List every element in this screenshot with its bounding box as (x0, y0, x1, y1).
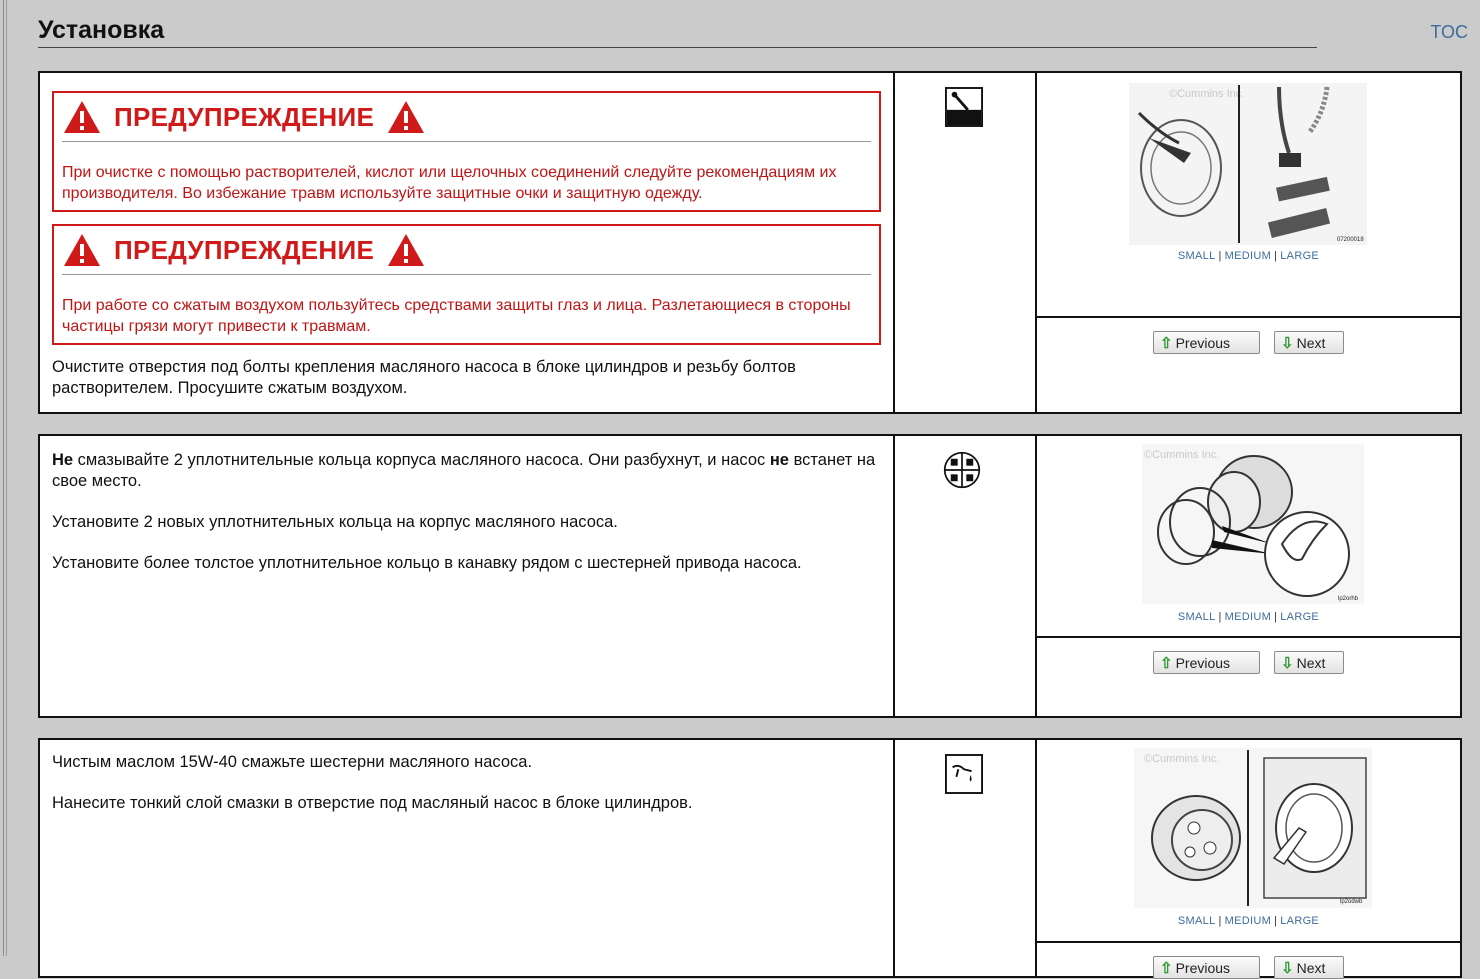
next-button[interactable]: ⇩ Next (1274, 651, 1344, 674)
watermark: ©Cummins Inc. (1144, 449, 1219, 461)
step-2-icon-column (895, 436, 1037, 716)
size-medium-link[interactable]: MEDIUM (1225, 250, 1271, 262)
step-instruction: Установите более толстое уплотнительное … (52, 554, 802, 572)
watermark: ©Cummins Inc. (1169, 88, 1244, 100)
previous-label: Previous (1175, 654, 1231, 671)
arrow-down-icon: ⇩ (1281, 654, 1294, 672)
warning-box-1: ПРЕДУПРЕЖДЕНИЕ При очистке с помощью рас… (52, 91, 881, 212)
arrow-down-icon: ⇩ (1281, 959, 1294, 977)
step-instruction: Очистите отверстия под болты крепления м… (52, 358, 796, 397)
separator: | (1274, 915, 1278, 927)
separator: | (1274, 250, 1278, 262)
step-instruction: Нанесите тонкий слой смазки в отверстие … (52, 794, 693, 812)
size-small-link[interactable]: SMALL (1178, 915, 1216, 927)
warning-text: При очистке с помощью растворителей, кис… (62, 164, 837, 202)
next-label: Next (1296, 654, 1326, 671)
warning-title: ПРЕДУПРЕЖДЕНИЕ (114, 101, 375, 132)
window-edge-inner (6, 0, 7, 956)
previous-button[interactable]: ⇧ Previous (1153, 651, 1260, 674)
warning-triangle-icon (388, 234, 425, 266)
warning-box-2: ПРЕДУПРЕЖДЕНИЕ При работе со сжатым возд… (52, 224, 881, 345)
image-size-links: SMALL | MEDIUM | LARGE (1037, 611, 1460, 623)
size-small-link[interactable]: SMALL (1178, 250, 1216, 262)
step-2-text-column: Не смазывайте 2 уплотнительные кольца ко… (40, 436, 895, 716)
step-3-icon-column (895, 740, 1037, 976)
size-medium-link[interactable]: MEDIUM (1225, 915, 1271, 927)
previous-button[interactable]: ⇧ Previous (1153, 331, 1260, 354)
image-code: lp2orhb (1338, 596, 1359, 602)
lubricate-icon (945, 754, 983, 794)
step-2-image-column: ©Cummins Inc. lp2orhb SMALL | MEDIUM | LARGE… (1037, 436, 1460, 716)
bolt-cleaning-illustration[interactable]: ©Cummins Inc. 07200018 (1129, 83, 1367, 245)
step-instruction: Чистым маслом 15W-40 смажьте шестерни ма… (52, 753, 533, 771)
next-button[interactable]: ⇩ Next (1274, 331, 1344, 354)
procedure-step-2: Не смазывайте 2 уплотнительные кольца ко… (38, 434, 1462, 718)
image-navigation: ⇧ Previous ⇩ Next (1037, 638, 1460, 716)
size-large-link[interactable]: LARGE (1280, 611, 1319, 623)
oil-pump-installation-illustration[interactable]: ©Cummins Inc. lp2odwb (1134, 748, 1372, 908)
image-code: 07200018 (1337, 237, 1364, 243)
oil-pump-o-ring-illustration[interactable]: ©Cummins Inc. lp2orhb (1142, 444, 1364, 604)
separator: | (1274, 611, 1278, 623)
previous-button[interactable]: ⇧ Previous (1153, 956, 1260, 979)
step-1-icon-column (895, 73, 1037, 412)
size-medium-link[interactable]: MEDIUM (1225, 611, 1271, 623)
step-3-image-column: ©Cummins Inc. lp2odwb SMALL | MEDIUM | LARGE… (1037, 740, 1460, 979)
image-size-links: SMALL | MEDIUM | LARGE (1037, 915, 1460, 927)
toc-link[interactable]: TOC (1430, 22, 1468, 43)
image-size-links: SMALL | MEDIUM | LARGE (1037, 250, 1460, 262)
step-instruction: Не смазывайте 2 уплотнительные кольца ко… (52, 450, 881, 492)
step-1-image-column: ©Cummins Inc. 07200018 SMALL | MEDIUM | LARG… (1037, 73, 1460, 412)
arrow-up-icon: ⇧ (1160, 334, 1173, 352)
illustration-panel: ©Cummins Inc. lp2odwb SMALL | MEDIUM | LARGE (1037, 740, 1460, 943)
warning-title: ПРЕДУПРЕЖДЕНИЕ (114, 234, 375, 265)
title-underline (38, 47, 1317, 48)
image-navigation: ⇧ Previous ⇩ Next (1037, 943, 1460, 979)
page-title: Установка (38, 16, 165, 44)
step-1-text-column: ПРЕДУПРЕЖДЕНИЕ При очистке с помощью рас… (40, 73, 895, 412)
size-large-link[interactable]: LARGE (1280, 250, 1319, 262)
previous-label: Previous (1175, 334, 1231, 351)
warning-triangle-icon (64, 101, 100, 133)
warning-header: ПРЕДУПРЕЖДЕНИЕ (62, 226, 871, 275)
image-navigation: ⇧ Previous ⇩ Next (1037, 318, 1460, 412)
window-edge (3, 0, 4, 956)
warning-triangle-icon (64, 234, 100, 266)
separator: | (1218, 611, 1222, 623)
warning-text: При работе со сжатым воздухом пользуйтес… (62, 297, 851, 335)
illustration-panel: ©Cummins Inc. 07200018 SMALL | MEDIUM | LARG… (1037, 73, 1460, 318)
warning-triangle-icon (388, 101, 425, 133)
arrow-up-icon: ⇧ (1160, 959, 1173, 977)
step-instruction: Установите 2 новых уплотнительных кольца… (52, 513, 618, 531)
illustration-panel: ©Cummins Inc. lp2orhb SMALL | MEDIUM | LARGE (1037, 436, 1460, 638)
cleaning-solvent-icon (945, 87, 983, 127)
step-3-text-column: Чистым маслом 15W-40 смажьте шестерни ма… (40, 740, 895, 976)
size-small-link[interactable]: SMALL (1178, 611, 1216, 623)
arrow-up-icon: ⇧ (1160, 654, 1173, 672)
next-button[interactable]: ⇩ Next (1274, 956, 1344, 979)
next-label: Next (1296, 959, 1326, 976)
warning-header: ПРЕДУПРЕЖДЕНИЕ (62, 93, 871, 142)
image-code: lp2odwb (1340, 899, 1363, 905)
procedure-step-1: ПРЕДУПРЕЖДЕНИЕ При очистке с помощью рас… (38, 71, 1462, 414)
emphasis: Не (52, 451, 74, 469)
previous-label: Previous (1175, 959, 1231, 976)
assembly-parts-icon (943, 451, 981, 489)
next-label: Next (1296, 334, 1326, 351)
separator: | (1218, 915, 1222, 927)
watermark: ©Cummins Inc. (1144, 753, 1219, 765)
arrow-down-icon: ⇩ (1281, 334, 1294, 352)
separator: | (1218, 250, 1222, 262)
size-large-link[interactable]: LARGE (1280, 915, 1319, 927)
instruction-text: смазывайте 2 уплотнительные кольца корпу… (73, 451, 770, 469)
emphasis: не (769, 451, 789, 469)
procedure-step-3: Чистым маслом 15W-40 смажьте шестерни ма… (38, 738, 1462, 979)
